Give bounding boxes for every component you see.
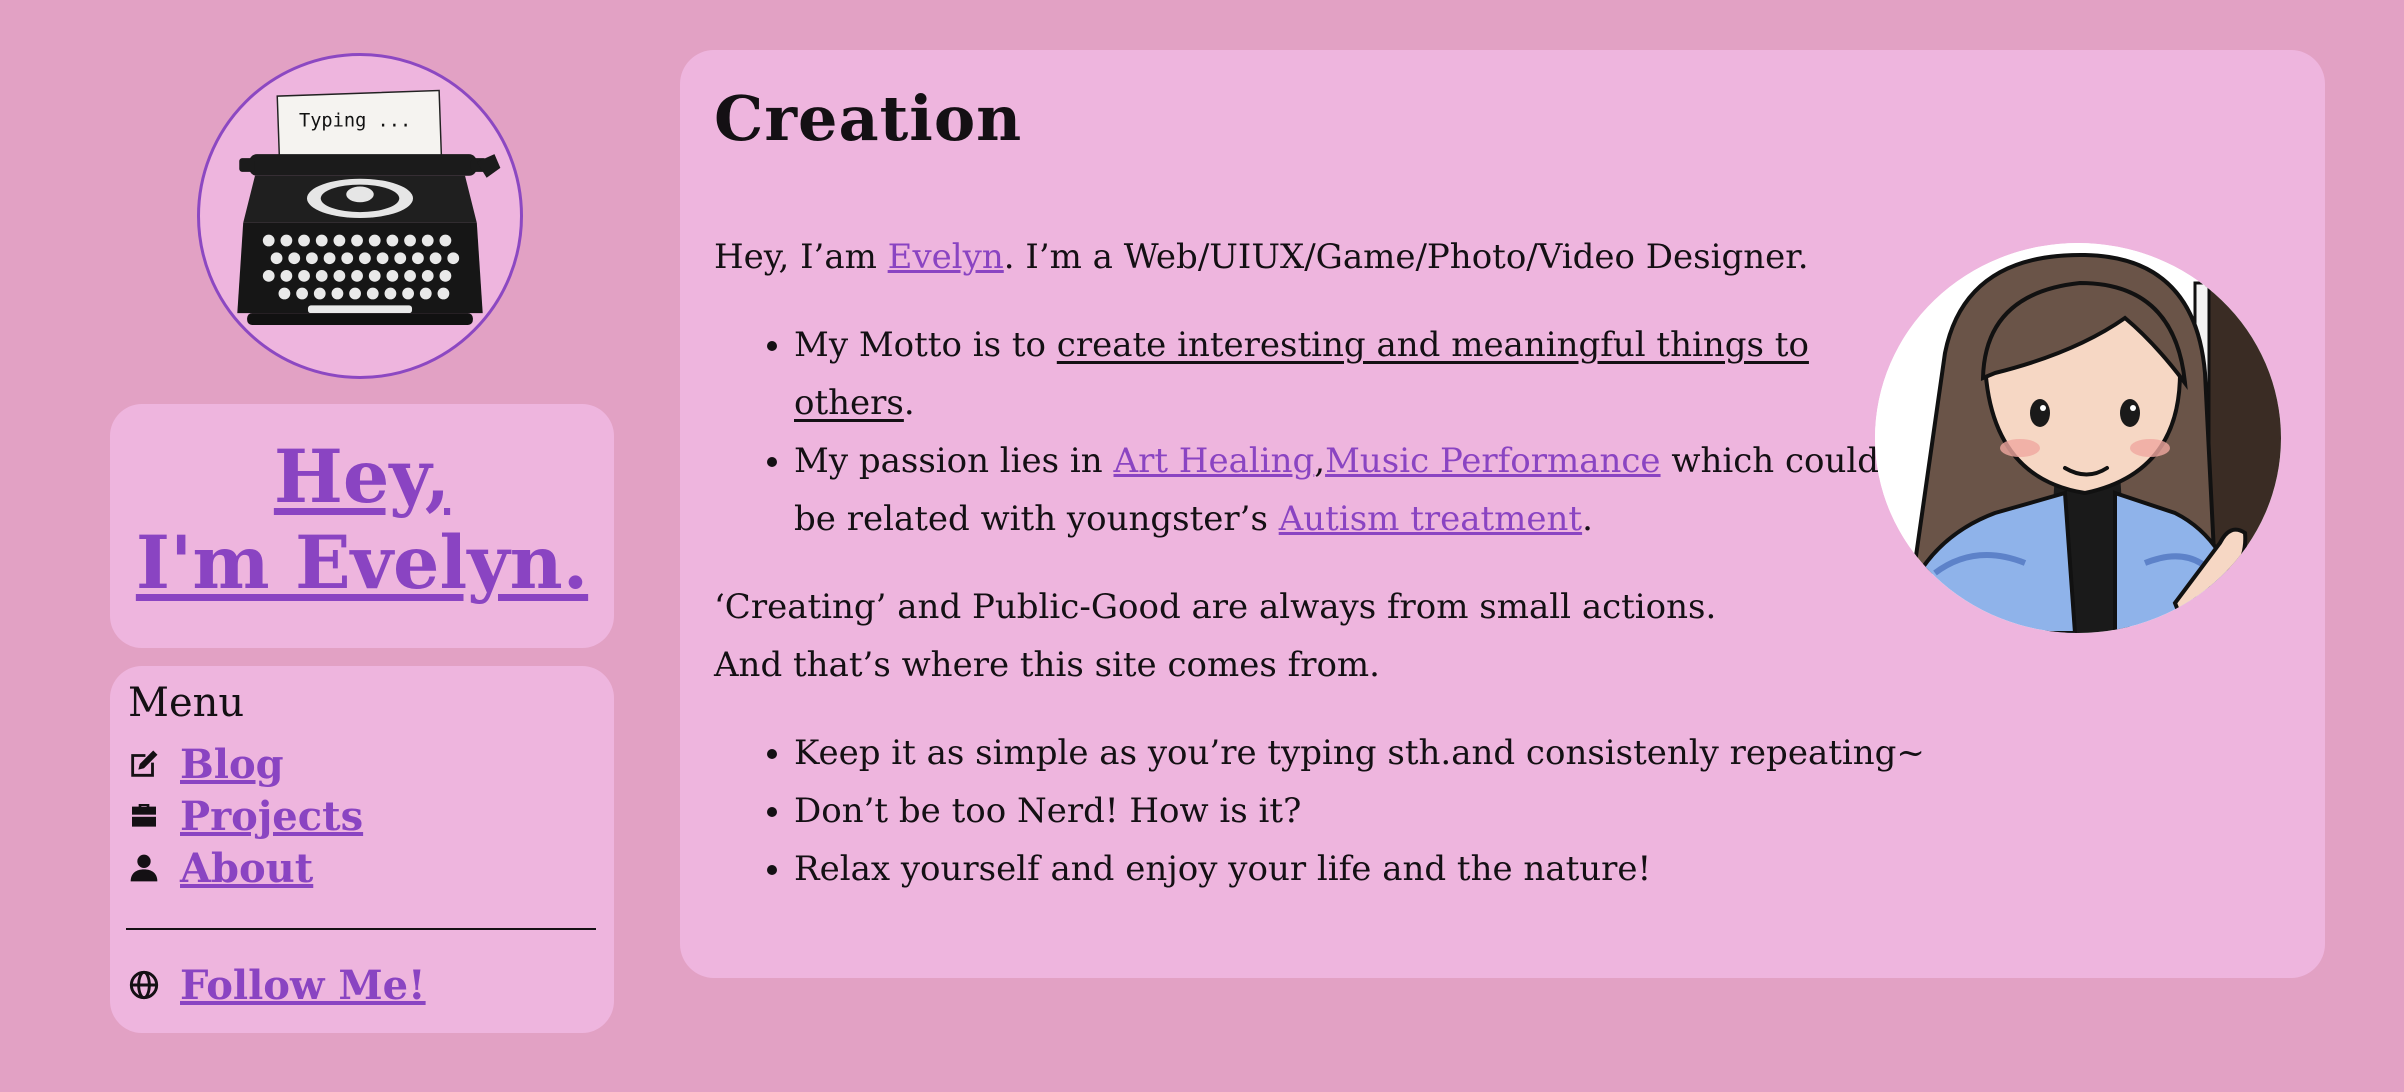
hero-title-link[interactable]: Hey, I'm Evelyn. bbox=[110, 434, 614, 606]
menu-link-about[interactable]: About bbox=[180, 845, 313, 892]
follow-me-link[interactable]: Follow Me! bbox=[180, 962, 426, 1009]
menu-item-follow: Follow Me! bbox=[126, 958, 426, 1012]
principle-item: Don’t be too Nerd! How is it? bbox=[794, 782, 2194, 840]
passion-item: My passion lies in Art Healing,Music Per… bbox=[794, 432, 1914, 548]
autism-treatment-link[interactable]: Autism treatment bbox=[1279, 499, 1582, 539]
intro-paragraph: Hey, I’am Evelyn. I’m a Web/UIUX/Game/Ph… bbox=[714, 228, 1914, 286]
page-title: Creation bbox=[714, 82, 1023, 155]
creating-line-2: And that’s where this site comes from. bbox=[714, 645, 1380, 685]
menu-heading: Menu bbox=[128, 680, 245, 726]
typewriter-icon: Typing ... bbox=[237, 89, 501, 325]
principle-item: Relax yourself and enjoy your life and t… bbox=[794, 840, 2194, 898]
menu-link-projects[interactable]: Projects bbox=[180, 793, 363, 840]
music-performance-link[interactable]: Music Performance bbox=[1325, 441, 1660, 481]
typewriter-logo: Typing ... bbox=[197, 53, 523, 379]
globe-icon bbox=[126, 967, 162, 1003]
hero-line-2: I'm Evelyn. bbox=[135, 520, 589, 606]
menu-link-blog[interactable]: Blog bbox=[180, 741, 284, 788]
content-body: Hey, I’am Evelyn. I’m a Web/UIUX/Game/Ph… bbox=[714, 228, 1925, 898]
intro-suffix: . I’m a Web/UIUX/Game/Photo/Video Design… bbox=[1003, 237, 1809, 277]
hero-card: Hey, I'm Evelyn. bbox=[110, 404, 614, 648]
menu-divider bbox=[126, 928, 596, 930]
avatar bbox=[1875, 243, 2281, 633]
passion-prefix: My passion lies in bbox=[794, 441, 1114, 481]
principle-item: Keep it as simple as you’re typing sth.a… bbox=[794, 724, 2194, 782]
menu-card: Menu Blog Projects About Follow Me! bbox=[110, 666, 614, 1033]
menu-list: Blog Projects About bbox=[126, 738, 363, 894]
intro-prefix: Hey, I’am bbox=[714, 237, 888, 277]
evelyn-link[interactable]: Evelyn bbox=[888, 237, 1004, 277]
hero-line-1: Hey, bbox=[273, 434, 451, 520]
passion-comma: , bbox=[1314, 441, 1326, 481]
menu-item-projects: Projects bbox=[126, 790, 363, 842]
about-list: My Motto is to create interesting and me… bbox=[714, 316, 1914, 548]
briefcase-icon bbox=[126, 798, 162, 834]
menu-item-blog: Blog bbox=[126, 738, 363, 790]
main-content-card: Creation Hey, I’am Evelyn. I’m a Web/UIU… bbox=[680, 50, 2325, 978]
passion-suffix: . bbox=[1582, 499, 1593, 539]
motto-suffix: . bbox=[903, 383, 915, 423]
menu-item-about: About bbox=[126, 842, 363, 894]
motto-item: My Motto is to create interesting and me… bbox=[794, 316, 1914, 432]
motto-prefix: My Motto is to bbox=[794, 325, 1057, 365]
principles-list: Keep it as simple as you’re typing sth.a… bbox=[714, 724, 2194, 898]
user-icon bbox=[126, 850, 162, 886]
creating-line-1: ‘Creating’ and Public-Good are always fr… bbox=[714, 587, 1717, 627]
avatar-illustration bbox=[1875, 243, 2281, 633]
edit-icon bbox=[126, 746, 162, 782]
art-healing-link[interactable]: Art Healing bbox=[1114, 441, 1315, 481]
typewriter-paper-text: Typing ... bbox=[299, 111, 411, 132]
creating-paragraph: ‘Creating’ and Public-Good are always fr… bbox=[714, 578, 1914, 694]
